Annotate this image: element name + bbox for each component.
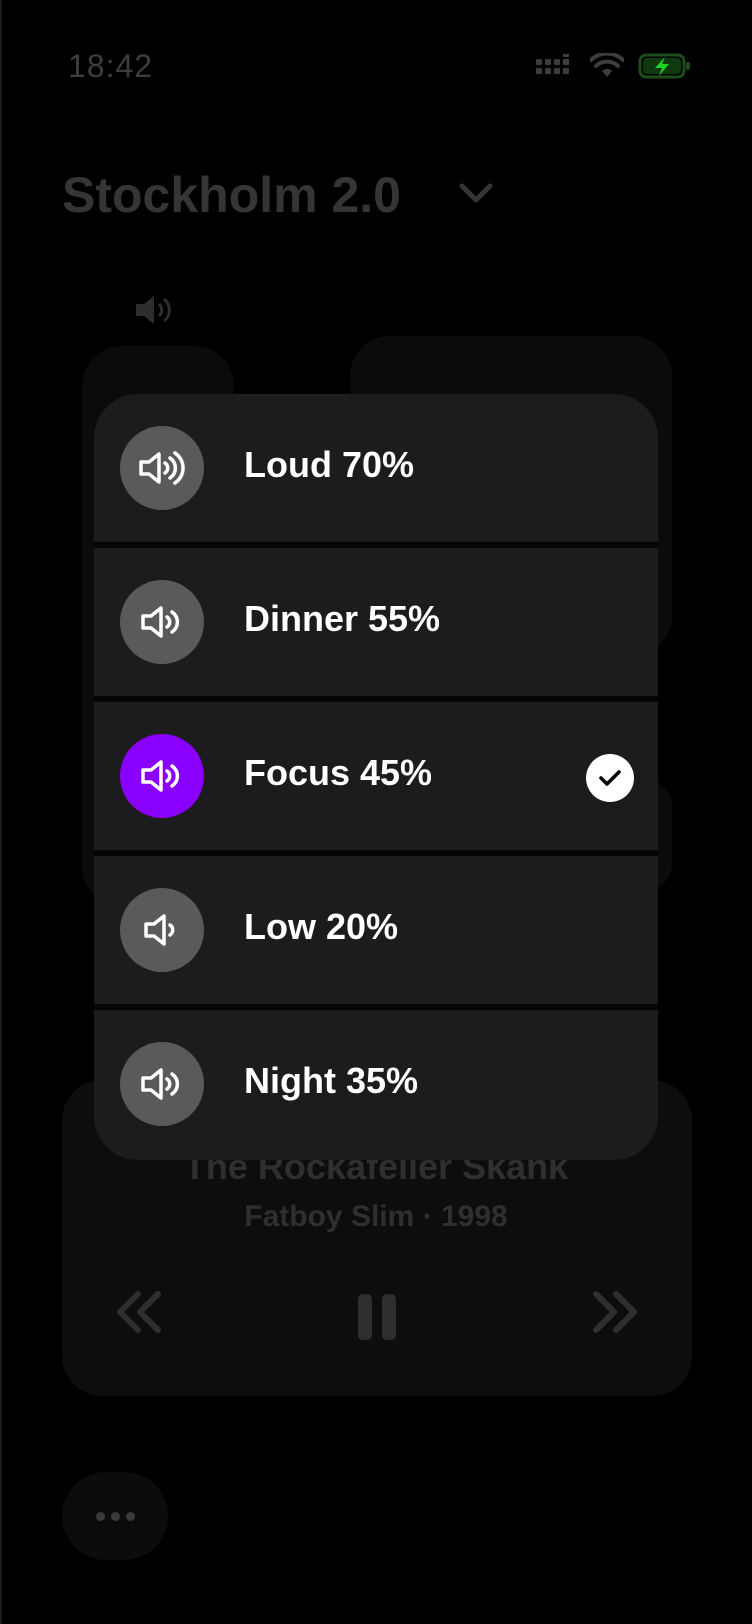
- volume-icon: [136, 296, 171, 324]
- selected-checkmark: [586, 754, 634, 802]
- pause-icon[interactable]: [356, 1292, 398, 1342]
- preset-label: Night 35%: [244, 1060, 419, 1101]
- more-dot-icon: [110, 1511, 120, 1521]
- speaker-loud-icon: [139, 451, 185, 485]
- chevron-down-icon[interactable]: [458, 178, 494, 208]
- track-subtitle: Fatboy Slim · 1998: [244, 1200, 508, 1233]
- speaker-medium-icon: [141, 1068, 180, 1100]
- preset-icon-circle: [120, 580, 204, 664]
- preset-label: Dinner 55%: [244, 598, 441, 639]
- preset-label: Loud 70%: [244, 444, 415, 485]
- speaker-medium-icon: [141, 760, 180, 792]
- preset-row-focus[interactable]: Focus 45%: [94, 702, 658, 850]
- preset-row-night[interactable]: Night 35%: [94, 1010, 658, 1160]
- preset-icon-circle: [120, 426, 204, 510]
- more-dot-icon: [95, 1511, 105, 1521]
- status-time: 18:42: [68, 48, 154, 84]
- volume-preset-menu: Loud 70% Dinner 55% Focus 45% Low 20% Ni…: [94, 394, 658, 1160]
- preset-row-loud[interactable]: Loud 70%: [94, 394, 658, 542]
- speaker-low-icon: [144, 914, 175, 946]
- more-options-button[interactable]: [62, 1472, 168, 1560]
- speaker-medium-icon: [141, 606, 180, 638]
- wifi-icon: [590, 53, 624, 77]
- fast-forward-icon[interactable]: [590, 1290, 640, 1334]
- checkmark-icon: [599, 770, 621, 786]
- preset-label: Focus 45%: [244, 752, 433, 793]
- preset-row-dinner[interactable]: Dinner 55%: [94, 548, 658, 696]
- preset-row-low[interactable]: Low 20%: [94, 856, 658, 1004]
- preset-label: Low 20%: [244, 906, 399, 947]
- preset-icon-circle: [120, 1042, 204, 1126]
- status-icons: [536, 52, 692, 80]
- cellular-signal-icon: [536, 54, 569, 74]
- preset-icon-circle: [120, 734, 204, 818]
- screen-edge: [0, 0, 2, 1624]
- rewind-icon[interactable]: [114, 1290, 164, 1334]
- more-dot-icon: [125, 1511, 135, 1521]
- preset-icon-circle: [120, 888, 204, 972]
- room-title[interactable]: Stockholm 2.0: [62, 166, 401, 224]
- battery-charging-icon: [638, 53, 690, 79]
